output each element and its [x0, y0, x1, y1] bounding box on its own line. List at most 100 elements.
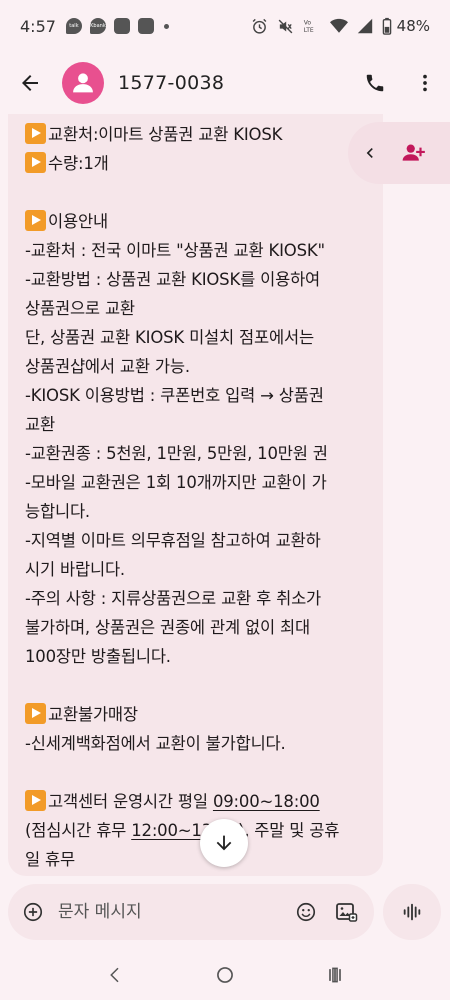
message-line: 능합니다.	[25, 497, 373, 526]
battery-icon	[382, 17, 392, 35]
call-button[interactable]	[350, 58, 400, 108]
message-line: 상품권으로 교환	[25, 294, 373, 323]
message-area[interactable]: 교환처:이마트 상품권 교환 KIOSK 수량:1개이용안내 -교환처 : 전국 이…	[0, 114, 450, 876]
play-button-emoji-icon	[25, 703, 46, 724]
smiley-icon	[296, 902, 316, 922]
emoji-button[interactable]	[286, 884, 326, 940]
message-line: 일 휴무	[25, 845, 373, 874]
message-text: -주의 사항 : 지류상품권으로 교환 후 취소가	[25, 589, 322, 608]
message-line: 교환불가매장	[25, 700, 373, 729]
message-text: 시기 바랍니다.	[25, 560, 125, 579]
message-text: 교환불가매장	[48, 705, 138, 724]
voice-input-button[interactable]	[383, 884, 441, 940]
play-button-emoji-icon	[25, 152, 46, 173]
message-text: 수량:1개	[48, 154, 109, 173]
contact-avatar[interactable]	[62, 62, 104, 104]
gallery-notification-icon	[137, 18, 154, 34]
message-text: -지역별 이마트 의무휴점일 참고하여 교환하	[25, 531, 321, 550]
arrow-left-icon	[22, 75, 38, 91]
more-notifications-dot	[163, 23, 169, 29]
alarm-icon	[251, 18, 268, 35]
play-button-emoji-icon	[25, 210, 46, 231]
arrow-down-icon	[216, 835, 232, 851]
message-line: (점심시간 휴무 12:00~13:00), 주말 및 공휴	[25, 816, 373, 845]
more-options-button[interactable]	[400, 58, 450, 108]
status-time: 4:57	[20, 16, 56, 36]
collapse-panel-button[interactable]	[348, 143, 392, 163]
message-line	[25, 671, 373, 700]
message-text: ), 주말 및 공휴	[237, 821, 340, 840]
message-text: 이용안내	[48, 212, 108, 231]
nav-back-button[interactable]	[95, 955, 135, 995]
message-bubble[interactable]: 교환처:이마트 상품권 교환 KIOSK 수량:1개이용안내 -교환처 : 전국 이…	[8, 114, 383, 876]
conversation-title[interactable]: 1577-0038	[118, 72, 224, 94]
message-text: -모바일 교환권은 1회 10개까지만 교환이 가	[25, 473, 327, 492]
message-text: 능합니다.	[25, 502, 90, 521]
message-line: 고객센터 운영시간 평일 09:00~18:00	[25, 787, 373, 816]
svg-text:Vo: Vo	[303, 20, 311, 27]
message-line: 100장만 방출됩니다.	[25, 642, 373, 671]
chevron-left-icon	[366, 148, 373, 158]
play-button-emoji-icon	[25, 790, 46, 811]
nav-recents-icon	[329, 967, 341, 983]
talk-notification-icon: talk	[65, 18, 82, 34]
message-line: 시기 바랍니다.	[25, 555, 373, 584]
message-text: 단, 상품권 교환 KIOSK 미설치 점포에서는	[25, 328, 314, 347]
back-button[interactable]	[0, 53, 60, 113]
message-text: 상품권샵에서 교환 가능.	[25, 357, 190, 376]
svg-text:LTE: LTE	[303, 27, 313, 34]
more-vert-icon	[423, 74, 427, 92]
scroll-to-bottom-button[interactable]	[200, 819, 248, 867]
message-text: (점심시간 휴무	[25, 821, 132, 840]
message-line	[25, 178, 373, 207]
message-line: 교환	[25, 410, 373, 439]
attach-button[interactable]	[8, 884, 58, 940]
message-text: 교환	[25, 415, 55, 434]
message-text: -교환방법 : 상품권 교환 KIOSK를 이용하여	[25, 270, 321, 289]
app-bar: 1577-0038	[0, 52, 450, 114]
message-input[interactable]	[58, 892, 286, 932]
message-text: -교환처 : 전국 이마트 "상품권 교환 KIOSK"	[25, 241, 325, 260]
battery-percentage: 48%	[396, 17, 430, 35]
compose-row	[0, 884, 450, 942]
person-add-icon	[402, 144, 425, 161]
status-bar: 4:57 talk Kbank Vo LTE 48%	[0, 0, 450, 52]
kbank-notification-icon: Kbank	[89, 18, 106, 34]
message-line: 불가하며, 상품권은 권종에 관계 없이 최대	[25, 613, 373, 642]
play-button-emoji-icon	[25, 123, 46, 144]
image-gallery-icon	[336, 903, 358, 922]
signal-icon	[357, 18, 373, 34]
wifi-icon	[329, 18, 348, 34]
plus-circle-icon	[23, 902, 43, 922]
time-link[interactable]: 09:00~18:00	[213, 792, 320, 811]
message-text: -교환권종 : 5천원, 1만원, 5만원, 10만원 권	[25, 444, 328, 463]
nav-home-icon	[217, 967, 233, 983]
message-line: -신세계백화점에서 교환이 불가합니다.	[25, 729, 373, 758]
system-nav-bar	[0, 950, 450, 1000]
message-line: 교환처:이마트 상품권 교환 KIOSK	[25, 120, 373, 149]
message-line: -교환방법 : 상품권 교환 KIOSK를 이용하여	[25, 265, 373, 294]
nav-recents-button[interactable]	[315, 955, 355, 995]
message-line: 상품권샵에서 교환 가능.	[25, 352, 373, 381]
gallery-button[interactable]	[326, 884, 366, 940]
message-text: 상품권으로 교환	[25, 299, 135, 318]
message-line: 수량:1개	[25, 149, 373, 178]
nav-back-icon	[110, 967, 119, 983]
message-line: -교환권종 : 5천원, 1만원, 5만원, 10만원 권	[25, 439, 373, 468]
mute-icon	[277, 18, 294, 35]
message-text: -KIOSK 이용방법 : 쿠폰번호 입력 → 상품권	[25, 386, 324, 405]
message-line: -교환처 : 전국 이마트 "상품권 교환 KIOSK"	[25, 236, 373, 265]
message-line: -주의 사항 : 지류상품권으로 교환 후 취소가	[25, 584, 373, 613]
message-line: -KIOSK 이용방법 : 쿠폰번호 입력 → 상품권	[25, 381, 373, 410]
message-text: -신세계백화점에서 교환이 불가합니다.	[25, 734, 286, 753]
voice-wave-icon	[403, 903, 421, 921]
message-text: 100장만 방출됩니다.	[25, 647, 171, 666]
compose-box	[8, 884, 374, 940]
app-notification-icon	[113, 18, 130, 34]
message-text: 일 휴무	[25, 850, 75, 869]
add-contact-button[interactable]	[392, 140, 436, 166]
message-line: 단, 상품권 교환 KIOSK 미설치 점포에서는	[25, 323, 373, 352]
message-line	[25, 758, 373, 787]
phone-icon	[366, 74, 384, 92]
nav-home-button[interactable]	[205, 955, 245, 995]
